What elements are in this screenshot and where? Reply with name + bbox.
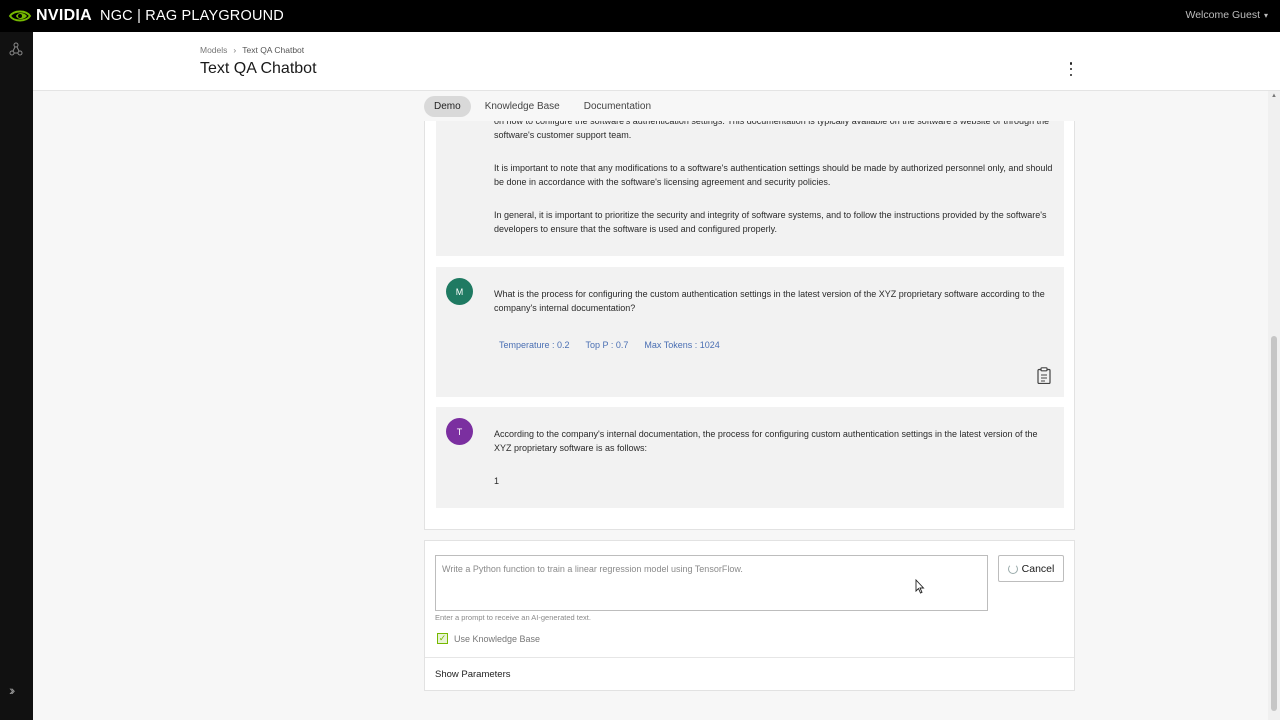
checkmark-icon[interactable]: ✓ [437, 633, 448, 644]
param-temperature: Temperature : 0.2 [499, 340, 570, 350]
message-paragraph: In general, it is important to prioritiz… [494, 210, 1047, 234]
breadcrumb: Models › Text QA Chatbot [200, 45, 304, 55]
expand-sidebar-icon[interactable]: ›› [9, 682, 16, 698]
message-params: Temperature : 0.2 Top P : 0.7 Max Tokens… [499, 340, 720, 350]
param-max-tokens: Max Tokens : 1024 [644, 340, 720, 350]
top-bar: NVIDIA NGC | RAG PLAYGROUND Welcome Gues… [0, 0, 1280, 32]
brand[interactable]: NVIDIA NGC | RAG PLAYGROUND [8, 7, 284, 25]
page-scrollbar[interactable]: ▲ [1268, 91, 1280, 720]
page-title: Text QA Chatbot [200, 60, 317, 77]
use-knowledge-base-toggle[interactable]: ✓ Use Knowledge Base [437, 633, 540, 644]
tab-documentation[interactable]: Documentation [574, 96, 661, 117]
message-text: According to the company's internal docu… [494, 429, 1038, 453]
divider [425, 657, 1074, 658]
prompt-input[interactable]: Write a Python function to train a linea… [435, 555, 988, 611]
network-icon[interactable] [9, 42, 23, 56]
prompt-panel: Write a Python function to train a linea… [424, 540, 1075, 691]
page-header: Models › Text QA Chatbot Text QA Chatbot [33, 32, 1280, 91]
avatar: M [446, 278, 473, 305]
nvidia-logo-icon [8, 10, 32, 22]
prompt-hint: Enter a prompt to receive an AI-generate… [435, 613, 591, 622]
app-title: NGC | RAG PLAYGROUND [100, 8, 284, 24]
more-options-icon[interactable] [1068, 62, 1074, 76]
tab-demo[interactable]: Demo [424, 96, 471, 117]
message-text: What is the process for configuring the … [494, 289, 1045, 313]
welcome-text: Welcome Guest [1185, 9, 1260, 21]
chat-panel[interactable]: on how to configure the software's authe… [424, 121, 1075, 530]
use-knowledge-base-label: Use Knowledge Base [454, 633, 541, 644]
scroll-up-arrow-icon[interactable]: ▲ [1271, 93, 1277, 99]
message-paragraph: on how to configure the software's authe… [494, 121, 1050, 140]
breadcrumb-current: Text QA Chatbot [242, 45, 305, 55]
param-top-p: Top P : 0.7 [585, 340, 629, 350]
cancel-label: Cancel [1021, 562, 1055, 575]
chat-message-user: M What is the process for configuring th… [436, 267, 1064, 397]
tab-bar: Demo Knowledge Base Documentation [424, 96, 661, 117]
brand-name: NVIDIA [36, 7, 93, 24]
avatar: T [446, 418, 473, 445]
tab-knowledge-base[interactable]: Knowledge Base [475, 96, 570, 117]
chat-message-assistant: T According to the company's internal do… [436, 407, 1064, 508]
chat-message-assistant-partial: on how to configure the software's authe… [436, 121, 1064, 256]
loading-spinner-icon [1007, 563, 1018, 574]
breadcrumb-models[interactable]: Models [200, 45, 227, 55]
scrollbar-thumb[interactable] [1271, 336, 1277, 711]
breadcrumb-separator-icon: › [233, 45, 237, 55]
left-rail: ›› [0, 32, 33, 720]
cancel-button[interactable]: Cancel [998, 555, 1064, 582]
mouse-cursor-icon [915, 579, 925, 594]
message-text-streaming: 1 [494, 476, 500, 486]
message-paragraph: It is important to note that any modific… [494, 163, 1053, 187]
chevron-down-icon: ▾ [1263, 10, 1268, 20]
clipboard-icon[interactable] [1037, 367, 1051, 384]
user-menu[interactable]: Welcome Guest ▾ [1185, 9, 1268, 21]
show-parameters-button[interactable]: Show Parameters [435, 669, 511, 680]
